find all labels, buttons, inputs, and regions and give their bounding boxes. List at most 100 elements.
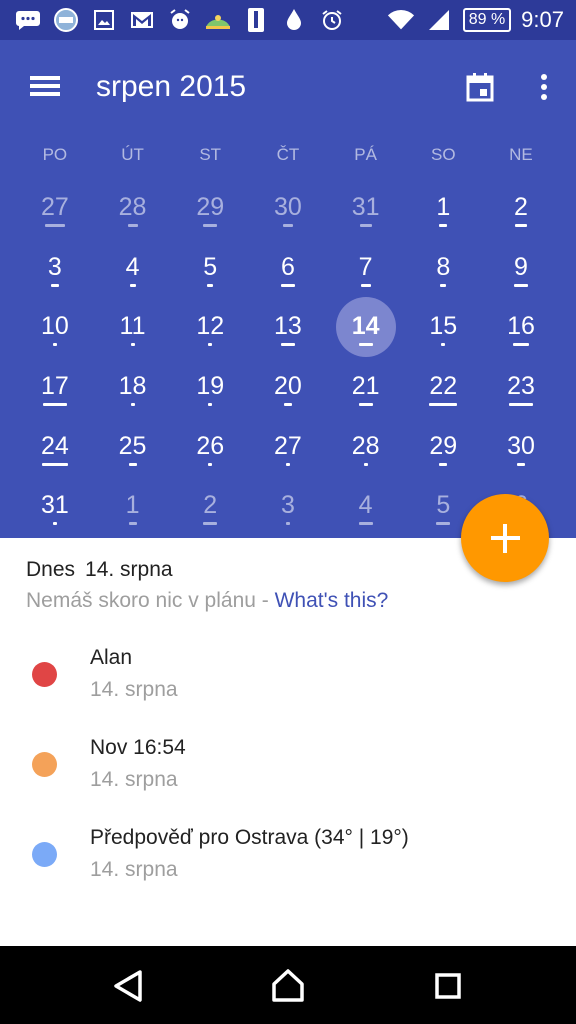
event-indicator xyxy=(516,462,525,466)
day-cell[interactable]: 29 xyxy=(404,415,482,475)
day-number: 30 xyxy=(274,193,302,221)
day-number: 9 xyxy=(514,252,528,281)
day-cell[interactable]: 19 xyxy=(171,355,249,415)
day-number: 27 xyxy=(40,193,69,221)
add-event-button[interactable] xyxy=(461,494,549,582)
event-item[interactable]: Předpověď pro Ostrava (34° | 19°) 14. sr… xyxy=(0,812,576,892)
day-cell[interactable]: 17 xyxy=(16,355,94,415)
day-number: 1 xyxy=(436,193,451,221)
day-cell-today[interactable]: 14 xyxy=(327,295,405,358)
event-indicator xyxy=(130,343,135,347)
event-indicator xyxy=(280,343,295,347)
water-drop-icon xyxy=(280,6,308,34)
day-cell[interactable]: 30 xyxy=(249,176,327,236)
cell-signal-icon xyxy=(425,6,453,34)
event-indicator xyxy=(208,462,213,466)
day-cell[interactable]: 3 xyxy=(16,236,94,296)
back-button[interactable] xyxy=(104,962,152,1010)
day-cell[interactable]: 28 xyxy=(94,176,172,236)
day-cell[interactable]: 7 xyxy=(327,236,405,296)
day-cell[interactable]: 5 xyxy=(171,236,249,296)
day-number: 25 xyxy=(118,431,147,460)
month-title: srpen 2015 xyxy=(96,70,247,103)
home-icon xyxy=(272,969,304,1002)
day-cell[interactable]: 20 xyxy=(249,355,327,415)
day-cell[interactable]: 2 xyxy=(171,474,249,534)
day-number: 18 xyxy=(118,372,147,401)
day-cell[interactable]: 8 xyxy=(404,236,482,296)
day-number: 24 xyxy=(40,431,69,460)
day-number: 3 xyxy=(280,491,295,520)
recents-button[interactable] xyxy=(424,962,472,1010)
day-cell[interactable]: 31 xyxy=(16,474,94,534)
gmail-icon xyxy=(128,6,156,34)
day-number: 1 xyxy=(125,491,140,520)
day-cell[interactable]: 16 xyxy=(482,295,560,355)
event-indicator xyxy=(208,403,213,407)
day-number: 7 xyxy=(358,252,373,281)
event-indicator xyxy=(358,522,373,526)
home-button[interactable] xyxy=(264,962,312,1010)
day-number: 28 xyxy=(118,193,147,221)
more-options-button[interactable] xyxy=(526,65,562,109)
day-number: 20 xyxy=(274,372,302,401)
event-indicator xyxy=(439,462,448,466)
day-cell[interactable]: 27 xyxy=(16,176,94,236)
day-number: 19 xyxy=(196,372,225,401)
day-number: 5 xyxy=(203,252,218,281)
day-cell[interactable]: 18 xyxy=(94,355,172,415)
day-cell[interactable]: 28 xyxy=(327,415,405,475)
day-cell[interactable]: 2 xyxy=(482,176,560,236)
day-cell[interactable]: 3 xyxy=(249,474,327,534)
event-indicator xyxy=(208,343,213,347)
day-number: 21 xyxy=(351,372,380,401)
day-cell[interactable]: 29 xyxy=(171,176,249,236)
day-cell[interactable]: 23 xyxy=(482,355,560,415)
day-cell[interactable]: 21 xyxy=(327,355,405,415)
day-cell[interactable]: 4 xyxy=(94,236,172,296)
event-indicator xyxy=(207,283,214,287)
day-cell[interactable]: 11 xyxy=(94,295,172,355)
day-cell[interactable]: 24 xyxy=(16,415,94,475)
event-indicator xyxy=(129,283,136,287)
agenda-subtitle: Nemáš skoro nic v plánu - What's this? xyxy=(26,587,388,615)
event-item[interactable]: Nov 16:54 14. srpna xyxy=(0,722,576,802)
day-cell[interactable]: 13 xyxy=(249,295,327,355)
event-indicator xyxy=(440,283,447,287)
event-indicator xyxy=(128,522,137,526)
calendar-today-icon xyxy=(466,73,494,102)
menu-button[interactable] xyxy=(20,65,70,105)
event-title: Předpověď pro Ostrava (34° | 19°) xyxy=(90,826,409,849)
event-item[interactable]: Alan 14. srpna xyxy=(0,632,576,712)
day-cell[interactable]: 9 xyxy=(482,236,560,296)
day-cell[interactable]: 25 xyxy=(94,415,172,475)
day-cell[interactable]: 10 xyxy=(16,295,94,355)
day-cell[interactable]: 1 xyxy=(404,176,482,236)
day-cell[interactable]: 27 xyxy=(249,415,327,475)
agenda-subtitle-text: Nemáš skoro nic v plánu - xyxy=(26,589,275,612)
day-cell[interactable]: 31 xyxy=(327,176,405,236)
day-cell[interactable]: 15 xyxy=(404,295,482,355)
plus-icon-vertical xyxy=(503,524,507,553)
day-cell[interactable]: 6 xyxy=(249,236,327,296)
event-indicator xyxy=(358,403,373,407)
day-cell[interactable]: 22 xyxy=(404,355,482,415)
weekday-label: ÚT xyxy=(121,145,144,164)
day-cell[interactable]: 4 xyxy=(327,474,405,534)
more-vert-icon xyxy=(541,74,547,100)
day-cell[interactable]: 12 xyxy=(171,295,249,355)
day-cell[interactable]: 1 xyxy=(94,474,172,534)
day-grid: 27 28 29 30 31 1 2 3 4 5 6 7 8 9 10 11 1… xyxy=(16,176,560,534)
day-number: 29 xyxy=(196,193,225,221)
event-date: 14. srpna xyxy=(90,858,178,881)
day-cell[interactable]: 26 xyxy=(171,415,249,475)
event-indicator xyxy=(50,283,59,287)
event-indicator xyxy=(128,462,137,466)
event-indicator xyxy=(52,522,57,526)
notification-icons xyxy=(14,6,346,34)
event-indicator xyxy=(42,403,67,407)
today-button[interactable] xyxy=(458,65,502,109)
day-number: 4 xyxy=(125,252,140,281)
day-cell[interactable]: 30 xyxy=(482,415,560,475)
whats-this-link[interactable]: What's this? xyxy=(275,589,389,612)
